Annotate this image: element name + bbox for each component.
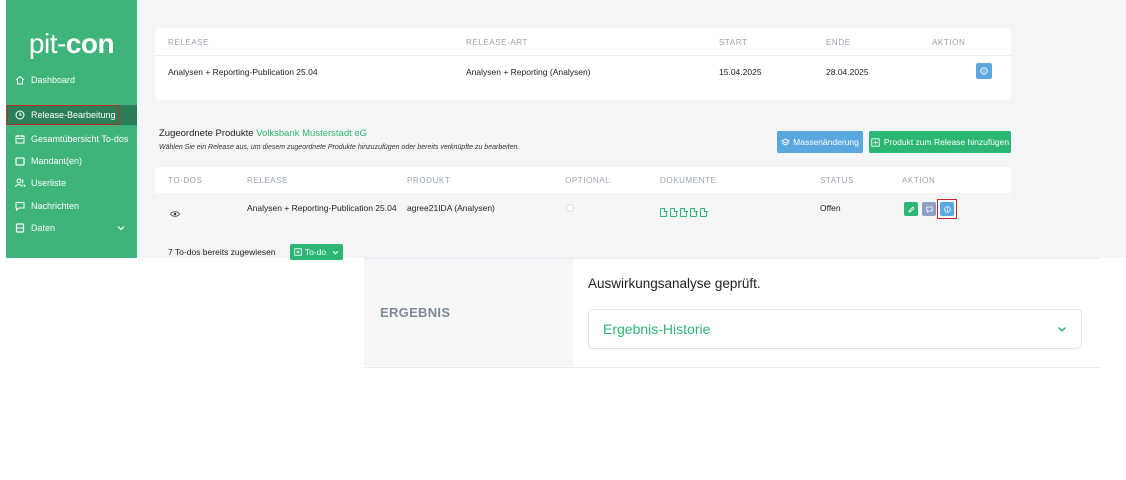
documents-list [660, 204, 710, 222]
home-icon [14, 74, 26, 86]
sidebar-item-userliste[interactable]: Userliste [6, 172, 137, 194]
cell-release: Analysen + Reporting-Publication 25.04 [168, 67, 318, 77]
optional-checkbox[interactable] [566, 204, 574, 212]
add-product-button[interactable]: Produkt zum Release hinzufügen [869, 131, 1011, 153]
column-header-start: START [719, 38, 748, 47]
result-text: Auswirkungsanalyse geprüft. [588, 276, 761, 291]
result-label-cell: ERGEBNIS [364, 259, 573, 366]
column-header-release: RELEASE [168, 38, 210, 47]
cell-produkt: agree21IDA (Analysen) [407, 203, 495, 213]
message-icon [925, 206, 933, 213]
column-header-aktion: AKTION [902, 176, 936, 185]
document-icon[interactable] [700, 207, 708, 217]
column-header-produkt: PRODUKT [407, 176, 451, 185]
cell-release-art: Analysen + Reporting (Analysen) [466, 67, 591, 77]
document-icon[interactable] [670, 207, 678, 217]
products-title: Zugeordnete Produkte Volksbank Mustersta… [159, 128, 368, 139]
pencil-icon [907, 205, 915, 213]
release-info-button[interactable] [976, 63, 992, 79]
products-hint: Wählen Sie ein Release aus, um diesem zu… [159, 144, 520, 151]
chevron-down-icon [117, 223, 125, 233]
sidebar-item-daten[interactable]: Daten [6, 217, 137, 239]
column-header-optional: OPTIONAL [565, 176, 611, 185]
divider [155, 55, 1011, 56]
accordion-label: Ergebnis-Historie [603, 321, 711, 337]
cell-status: Offen [820, 203, 841, 213]
column-header-todos: TO-DOS [168, 176, 203, 185]
sidebar-item-mandanten[interactable]: Mandant(en) [6, 150, 137, 172]
edit-button[interactable] [904, 202, 918, 216]
column-header-release-art: RELEASE-ART [466, 38, 529, 47]
result-label: ERGEBNIS [380, 305, 451, 320]
document-icon[interactable] [690, 207, 698, 217]
column-header-dokumente: DOKUMENTE [660, 176, 717, 185]
info-icon [943, 205, 951, 213]
sidebar: pit-con Dashboard Release-Bearbeitung Ge… [6, 0, 137, 258]
bank-link[interactable]: Volksbank Musterstadt eG [256, 128, 367, 139]
sidebar-item-gesamtuebersicht[interactable]: Gesamtübersicht To-dos [6, 128, 137, 150]
result-panel: ERGEBNIS Auswirkungsanalyse geprüft. Erg… [364, 258, 1100, 368]
sidebar-item-label: Gesamtübersicht To-dos [31, 134, 129, 144]
document-icon[interactable] [680, 207, 688, 217]
sidebar-item-nachrichten[interactable]: Nachrichten [6, 195, 137, 217]
database-icon [14, 222, 26, 234]
todo-dropdown-button[interactable]: To-do [290, 244, 343, 260]
sidebar-item-dashboard[interactable]: Dashboard [6, 69, 137, 91]
document-icon[interactable] [660, 207, 668, 217]
eye-icon[interactable] [170, 205, 180, 223]
column-header-release: RELEASE [247, 176, 289, 185]
sidebar-item-label: Dashboard [31, 75, 76, 85]
main-content: RELEASE RELEASE-ART START ENDE AKTION An… [137, 0, 1126, 260]
cell-start: 15.04.2025 [719, 67, 762, 77]
message-icon [14, 200, 26, 212]
cell-ende: 28.04.2025 [826, 67, 869, 77]
sidebar-item-label: Userliste [31, 178, 67, 188]
chevron-down-icon [332, 250, 339, 254]
plus-square-icon [294, 248, 302, 256]
result-history-accordion[interactable]: Ergebnis-Historie [588, 309, 1082, 349]
sidebar-item-label: Mandant(en) [31, 156, 83, 166]
sidebar-item-label: Release-Bearbeitung [31, 110, 116, 120]
release-table: RELEASE RELEASE-ART START ENDE AKTION An… [155, 28, 1011, 100]
application-screenshot: pit-con Dashboard Release-Bearbeitung Ge… [0, 0, 1126, 260]
sidebar-item-label: Daten [31, 223, 56, 233]
layers-icon [781, 137, 791, 146]
plus-square-icon [871, 137, 880, 147]
logo: pit-con [28, 28, 115, 59]
chevron-down-icon [1057, 326, 1067, 333]
sidebar-item-release-bearbeitung[interactable]: Release-Bearbeitung [6, 105, 137, 125]
calendar-icon [14, 133, 26, 145]
users-icon [14, 177, 26, 189]
info-icon [980, 67, 988, 75]
comment-button[interactable] [922, 202, 936, 216]
mass-change-button[interactable]: Massenänderung [777, 131, 863, 153]
products-table: TO-DOS RELEASE PRODUKT OPTIONAL DOKUMENT… [155, 167, 1011, 227]
folder-icon [14, 155, 26, 167]
result-info-button[interactable] [940, 202, 954, 216]
sidebar-item-label: Nachrichten [31, 201, 80, 211]
column-header-aktion: AKTION [932, 38, 966, 47]
clock-icon [14, 109, 26, 121]
todos-assigned-text: 7 To-dos bereits zugewiesen [168, 247, 276, 257]
cell-release: Analysen + Reporting-Publication 25.04 [247, 203, 397, 213]
column-header-status: STATUS [820, 176, 854, 185]
column-header-ende: ENDE [826, 38, 851, 47]
